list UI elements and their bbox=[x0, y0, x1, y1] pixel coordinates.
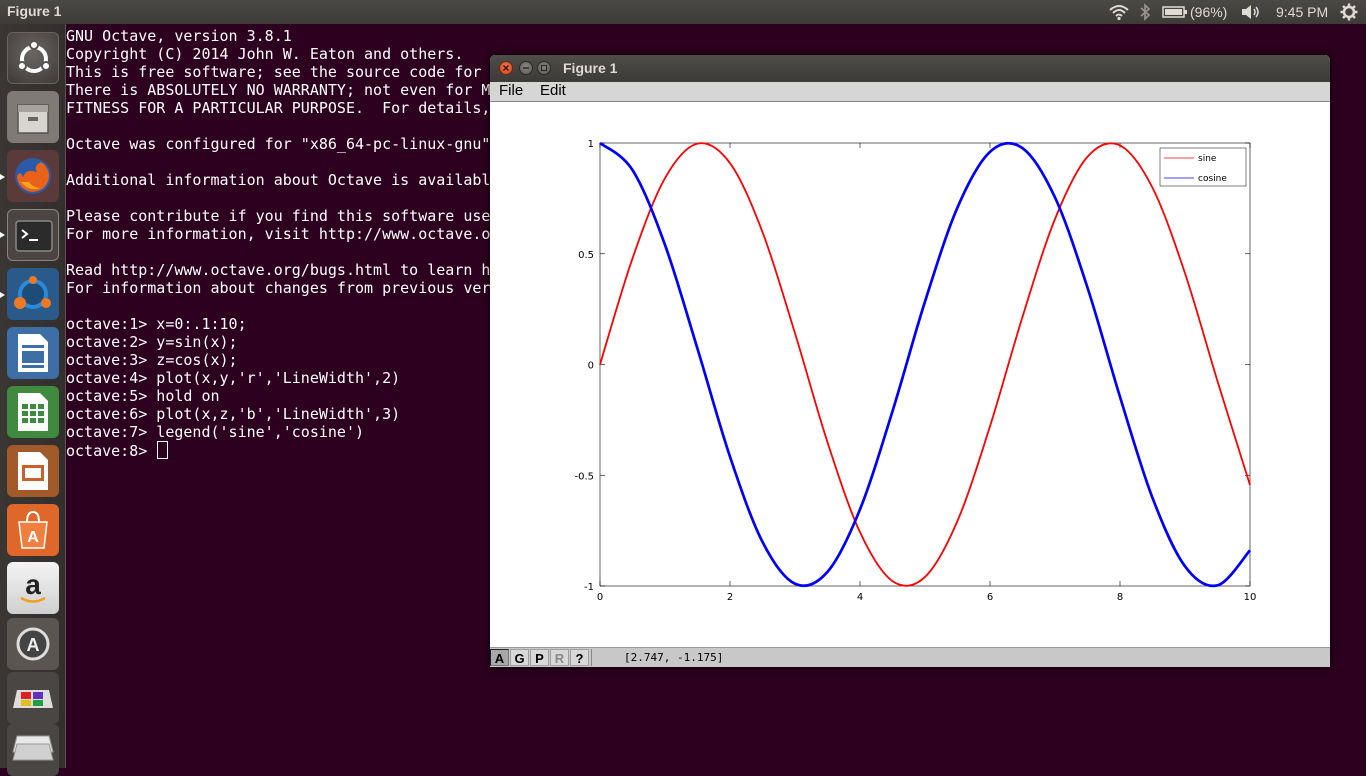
battery-indicator[interactable]: (96%) bbox=[1162, 3, 1227, 21]
firefox-button[interactable] bbox=[7, 150, 59, 202]
x-tick-label: 0 bbox=[597, 592, 603, 603]
amazon-icon: a bbox=[7, 562, 59, 614]
rotate-button[interactable]: R bbox=[550, 649, 569, 666]
active-window-title: Figure 1 bbox=[7, 3, 62, 19]
volume-icon[interactable] bbox=[1240, 3, 1262, 21]
series-line-cosine[interactable] bbox=[599, 141, 1252, 588]
x-tick-label: 6 bbox=[987, 592, 993, 603]
minimize-icon bbox=[523, 67, 529, 69]
figure-window[interactable]: Figure 1 File Edit 0 2 4 6 8 10 1 0.5 0 -0.5 -1 sin… bbox=[490, 55, 1330, 667]
software-center-button[interactable]: A bbox=[7, 504, 59, 556]
y-tick-label: 0.5 bbox=[578, 250, 594, 261]
legend-label: cosine bbox=[1198, 174, 1227, 184]
octave-icon bbox=[7, 268, 59, 320]
ubuntu-dash-icon bbox=[8, 33, 60, 85]
figure-titlebar[interactable]: Figure 1 bbox=[490, 55, 1330, 82]
y-tick-label: 1 bbox=[588, 139, 594, 150]
figure-title: Figure 1 bbox=[563, 60, 618, 76]
figure-statusbar: A G P R ? [2.747, -1.175] bbox=[490, 647, 1330, 667]
plot-area[interactable]: 0 2 4 6 8 10 1 0.5 0 -0.5 -1 sine cosine bbox=[490, 102, 1330, 647]
wifi-icon[interactable] bbox=[1108, 3, 1130, 21]
ubuntu-dash-button[interactable] bbox=[7, 32, 59, 84]
libreoffice-impress-icon bbox=[7, 445, 59, 497]
svg-text:A: A bbox=[27, 635, 40, 655]
terminal-prompt: octave:8> bbox=[66, 442, 157, 460]
menu-file[interactable]: File bbox=[499, 82, 523, 99]
y-tick-label: 0 bbox=[588, 361, 594, 372]
running-indicator bbox=[0, 174, 5, 180]
line-chart[interactable]: 0 2 4 6 8 10 1 0.5 0 -0.5 -1 sine cosine bbox=[490, 102, 1330, 647]
toggle-grid-button[interactable]: G bbox=[510, 649, 529, 666]
settings-gear-icon[interactable] bbox=[1340, 3, 1358, 21]
firefox-icon bbox=[7, 150, 59, 202]
battery-icon bbox=[1162, 6, 1187, 18]
y-tick-label: -0.5 bbox=[574, 471, 594, 482]
figure-menubar: File Edit bbox=[490, 82, 1330, 102]
software-updater-button[interactable]: A bbox=[7, 618, 59, 670]
x-tick-label: 4 bbox=[857, 592, 863, 603]
libreoffice-impress-button[interactable] bbox=[7, 445, 59, 497]
software-updater-icon: A bbox=[7, 618, 59, 670]
files-icon bbox=[7, 91, 59, 143]
terminal-icon bbox=[8, 210, 60, 262]
close-icon bbox=[502, 64, 510, 72]
libreoffice-calc-icon bbox=[7, 386, 59, 438]
svg-text:A: A bbox=[27, 529, 39, 546]
maximize-icon bbox=[540, 64, 548, 72]
legend-label: sine bbox=[1198, 154, 1217, 164]
terminal-button[interactable] bbox=[7, 209, 59, 261]
series-line-sine[interactable] bbox=[599, 142, 1251, 587]
libreoffice-calc-button[interactable] bbox=[7, 386, 59, 438]
clock-text: 9:45 PM bbox=[1276, 4, 1329, 20]
libreoffice-writer-button[interactable] bbox=[7, 327, 59, 379]
pan-button[interactable]: P bbox=[530, 649, 549, 666]
workspace-switcher-icon bbox=[7, 672, 59, 724]
octave-button[interactable] bbox=[7, 268, 59, 320]
coordinate-readout: [2.747, -1.175] bbox=[591, 649, 1330, 666]
help-button[interactable]: ? bbox=[570, 649, 589, 666]
minimize-button[interactable] bbox=[519, 61, 533, 75]
trash-icon bbox=[7, 724, 59, 776]
running-indicator bbox=[0, 292, 5, 298]
trash-button[interactable] bbox=[7, 724, 59, 776]
running-indicator bbox=[0, 232, 5, 238]
y-tick-label: -1 bbox=[584, 582, 594, 593]
workspace-switcher-button[interactable] bbox=[7, 672, 59, 724]
software-center-icon: A bbox=[7, 504, 59, 556]
toggle-axis-button[interactable]: A bbox=[490, 649, 509, 666]
axes-box bbox=[599, 142, 1251, 587]
libreoffice-writer-icon bbox=[7, 327, 59, 379]
svg-text:a: a bbox=[25, 569, 41, 600]
files-button[interactable] bbox=[7, 91, 59, 143]
terminal-line: GNU Octave, version 3.8.1 bbox=[66, 27, 292, 45]
terminal-cursor bbox=[157, 441, 169, 459]
bluetooth-icon[interactable] bbox=[1139, 3, 1151, 21]
x-tick-label: 2 bbox=[727, 592, 733, 603]
close-button[interactable] bbox=[499, 61, 513, 75]
battery-percent: (96%) bbox=[1190, 4, 1228, 20]
maximize-button[interactable] bbox=[537, 61, 551, 75]
clock-indicator[interactable]: 9:45 PM bbox=[1276, 3, 1328, 21]
launcher: A a A bbox=[0, 24, 66, 776]
top-panel: Figure 1 (96%) 9:45 PM bbox=[0, 0, 1366, 24]
menu-edit[interactable]: Edit bbox=[540, 82, 566, 99]
x-tick-label: 8 bbox=[1117, 592, 1123, 603]
x-tick-label: 10 bbox=[1244, 592, 1257, 603]
amazon-button[interactable]: a bbox=[7, 562, 59, 614]
